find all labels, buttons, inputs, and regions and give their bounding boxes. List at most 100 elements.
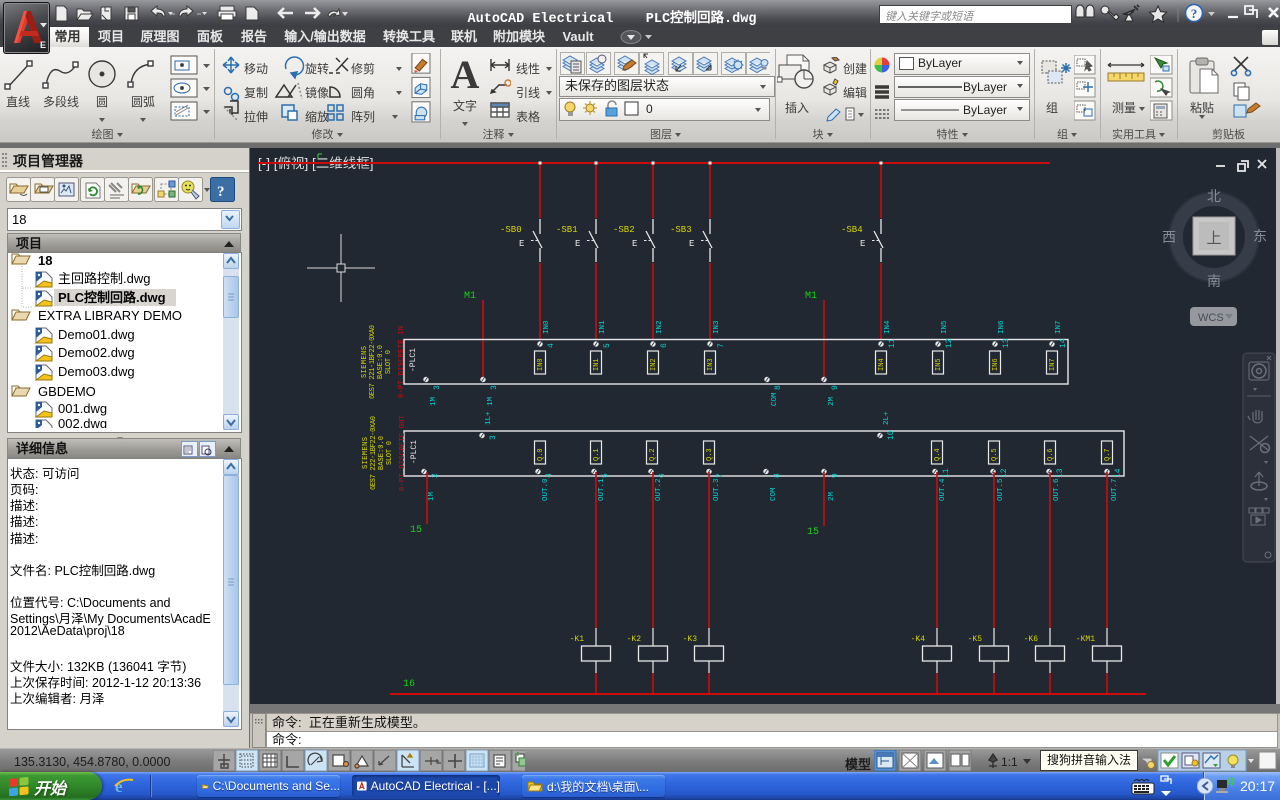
svg-text:15: 15 <box>410 525 422 536</box>
svg-text:IN3: IN3 <box>713 320 721 334</box>
svg-text:16: 16 <box>403 679 415 690</box>
svg-text:IN5: IN5 <box>941 320 949 334</box>
svg-text:001.dwg: 001.dwg <box>58 401 107 416</box>
svg-text:Demo01.dwg: Demo01.dwg <box>58 327 135 342</box>
svg-text:7: 7 <box>717 343 726 348</box>
svg-text:SLOT 0: SLOT 0 <box>386 441 394 465</box>
svg-text:E: E <box>860 239 865 249</box>
svg-text:主回路控制.dwg: 主回路控制.dwg <box>58 271 150 286</box>
svg-text:8-PT DISCRETE IN: 8-PT DISCRETE IN <box>398 326 406 398</box>
svg-text:2M: 2M <box>828 396 836 406</box>
svg-text:IN3: IN3 <box>707 358 715 371</box>
svg-text:-K3: -K3 <box>683 635 698 644</box>
svg-text:OUT.7: OUT.7 <box>1111 478 1119 501</box>
svg-text:Q.6: Q.6 <box>1047 448 1055 461</box>
svg-text:9: 9 <box>831 385 840 390</box>
svg-text:10: 10 <box>887 430 896 440</box>
svg-text:-SB4: -SB4 <box>841 225 863 235</box>
svg-text:3: 3 <box>433 385 442 390</box>
svg-text:1M: 1M <box>430 396 438 406</box>
svg-text:3: 3 <box>489 435 498 440</box>
svg-text:IN1: IN1 <box>599 320 607 334</box>
svg-text:5: 5 <box>603 343 612 348</box>
svg-text:14: 14 <box>1059 338 1068 348</box>
svg-text:2L+: 2L+ <box>883 411 891 425</box>
svg-text:E: E <box>689 239 694 249</box>
svg-text:9: 9 <box>831 473 840 478</box>
svg-text:6: 6 <box>660 343 669 348</box>
svg-text:1M: 1M <box>428 491 436 501</box>
svg-text:OUT.0: OUT.0 <box>542 478 550 501</box>
svg-text:BASE:0.0: BASE:0.0 <box>377 345 385 379</box>
svg-text:15: 15 <box>807 527 819 538</box>
svg-text:COM: COM <box>771 392 779 406</box>
svg-text:-SB3: -SB3 <box>670 225 692 235</box>
svg-text:BASE:0.0: BASE:0.0 <box>378 436 386 470</box>
svg-text:8: 8 <box>773 473 782 478</box>
svg-text:Q.2: Q.2 <box>649 448 657 461</box>
svg-text:-K4: -K4 <box>911 635 926 644</box>
svg-text:14: 14 <box>1114 468 1123 478</box>
svg-text:e: e <box>115 777 123 796</box>
svg-text:002.dwg: 002.dwg <box>58 416 107 428</box>
svg-text:12: 12 <box>1000 468 1009 478</box>
svg-text:IN4: IN4 <box>878 358 886 371</box>
svg-text:IN7: IN7 <box>1055 320 1063 334</box>
svg-text:OUT.2: OUT.2 <box>655 478 663 501</box>
svg-text:IN0: IN0 <box>537 358 545 371</box>
svg-text:Q.3: Q.3 <box>706 448 714 461</box>
svg-text:4: 4 <box>545 473 554 478</box>
svg-text:Q.1: Q.1 <box>593 448 601 461</box>
svg-text:COM: COM <box>770 487 778 501</box>
svg-text:11: 11 <box>888 338 897 348</box>
svg-text:IN2: IN2 <box>656 320 664 334</box>
svg-text:E: E <box>519 239 524 249</box>
svg-text:?: ? <box>1191 6 1198 21</box>
svg-text:IN7: IN7 <box>1049 358 1057 371</box>
svg-text:2M: 2M <box>828 491 836 501</box>
svg-text:-K6: -K6 <box>1024 635 1039 644</box>
svg-text:6ES7 222-1BF22-0XA0: 6ES7 222-1BF22-0XA0 <box>370 416 378 490</box>
svg-text:OUT.6: OUT.6 <box>1053 478 1061 501</box>
svg-text:OUT.3: OUT.3 <box>713 478 721 501</box>
svg-text:IN5: IN5 <box>935 358 943 371</box>
svg-text:GBDEMO: GBDEMO <box>38 384 96 399</box>
svg-text:M1: M1 <box>805 291 817 302</box>
svg-text:?: ? <box>217 184 225 200</box>
svg-text:6: 6 <box>658 473 667 478</box>
svg-text:-SB0: -SB0 <box>500 225 522 235</box>
svg-text:Demo02.dwg: Demo02.dwg <box>58 345 135 360</box>
svg-text:SLOT 0: SLOT 0 <box>385 350 393 374</box>
svg-text:8-PT DISCRETE OUT: 8-PT DISCRETE OUT <box>399 415 407 491</box>
svg-text:OUT.4: OUT.4 <box>939 478 947 501</box>
svg-text:E: E <box>40 40 46 50</box>
svg-text:3: 3 <box>490 385 499 390</box>
svg-text:WCS: WCS <box>1198 312 1224 324</box>
svg-text:-K5: -K5 <box>968 635 983 644</box>
svg-text:IN0: IN0 <box>543 320 551 334</box>
svg-text:Q.7: Q.7 <box>1104 448 1112 461</box>
svg-text:18: 18 <box>38 253 52 268</box>
svg-text:EXTRA LIBRARY DEMO: EXTRA LIBRARY DEMO <box>38 308 182 323</box>
svg-text:E: E <box>632 239 637 249</box>
svg-text:7: 7 <box>716 473 725 478</box>
svg-text:-KM1: -KM1 <box>1076 635 1095 644</box>
svg-text:M1: M1 <box>464 291 476 302</box>
svg-text:1L+: 1L+ <box>485 411 493 425</box>
svg-text:5: 5 <box>601 473 610 478</box>
svg-text:Q.4: Q.4 <box>934 448 942 461</box>
svg-text:-K2: -K2 <box>627 635 642 644</box>
svg-text:IN6: IN6 <box>992 358 1000 371</box>
svg-text:11: 11 <box>942 468 951 478</box>
svg-text:OUT.5: OUT.5 <box>997 478 1005 501</box>
svg-text:1:1: 1:1 <box>1001 755 1018 769</box>
svg-text:Demo03.dwg: Demo03.dwg <box>58 364 135 379</box>
svg-text:北: 北 <box>1207 188 1221 204</box>
svg-text:13: 13 <box>1056 468 1065 478</box>
svg-text:IN6: IN6 <box>998 320 1006 334</box>
svg-text:-SB1: -SB1 <box>556 225 578 235</box>
svg-text:12: 12 <box>945 338 954 348</box>
svg-text:0: 0 <box>646 102 653 116</box>
svg-text:-PLC1: -PLC1 <box>409 348 418 372</box>
svg-text:PLC控制回路.dwg: PLC控制回路.dwg <box>58 290 166 305</box>
